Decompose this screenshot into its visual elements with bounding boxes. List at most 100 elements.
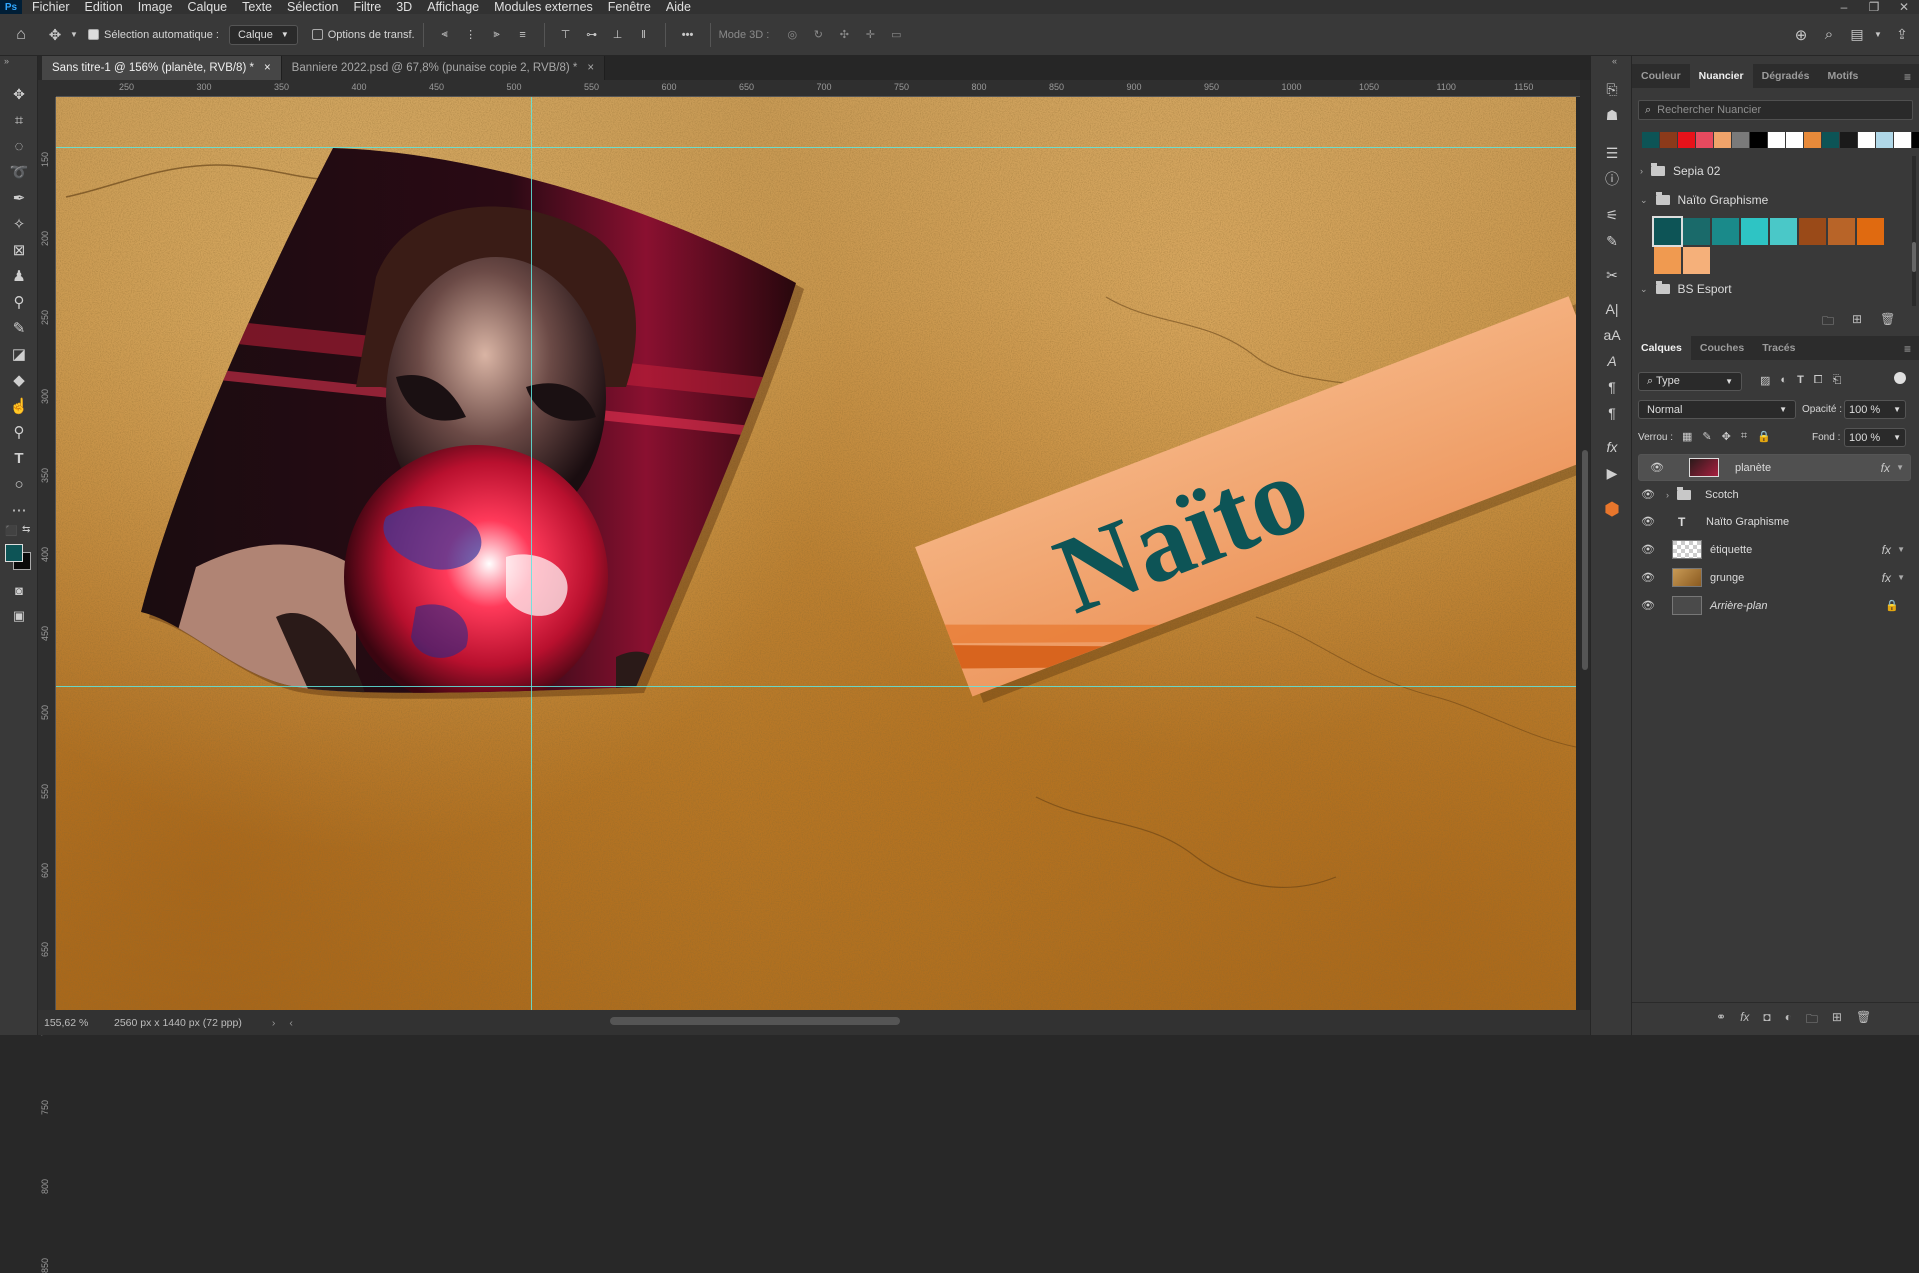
menu-texte[interactable]: Texte — [242, 0, 272, 14]
adjustment-layer-icon[interactable]: ◐ — [1785, 1010, 1792, 1031]
lasso-tool-icon[interactable]: ➰ — [6, 160, 32, 184]
crop-tool-icon[interactable]: ⌗ — [6, 108, 32, 132]
chevron-down-icon[interactable]: ▼ — [1897, 545, 1905, 554]
new-group-icon[interactable]: 🗀 — [1822, 312, 1834, 333]
add-fx-icon[interactable]: fx — [1740, 1010, 1749, 1031]
type-filter-icon[interactable]: T — [1797, 374, 1804, 387]
chevron-down-icon[interactable]: ⌄ — [1640, 284, 1648, 295]
character-styles-icon[interactable]: aA — [1600, 324, 1624, 346]
align-middle-icon[interactable]: ⊶ — [579, 28, 605, 41]
chevron-right-icon[interactable]: › — [1666, 490, 1669, 500]
swatches-scrollbar[interactable] — [1912, 156, 1916, 306]
layer-grunge[interactable]: 👁 grunge fx ▼ — [1638, 564, 1911, 591]
glyphs-icon[interactable]: A — [1600, 350, 1624, 372]
guide-vertical[interactable] — [531, 97, 532, 1010]
tab-calques[interactable]: Calques — [1632, 336, 1691, 360]
lock-position-icon[interactable]: ✥ — [1722, 430, 1731, 443]
adjustment-filter-icon[interactable]: ◐ — [1780, 374, 1787, 387]
more-tools-icon[interactable]: ⋯ — [6, 498, 32, 522]
dodge-tool-icon[interactable]: ⚲ — [6, 420, 32, 444]
swatch[interactable] — [1770, 218, 1797, 245]
more-options-button[interactable]: ••• — [674, 29, 702, 41]
ellipse-marquee-icon[interactable]: ◌ — [6, 134, 32, 158]
menu-edition[interactable]: Edition — [85, 0, 123, 14]
add-mask-icon[interactable]: ◘ — [1763, 1010, 1770, 1031]
tab-couleur[interactable]: Couleur — [1632, 64, 1690, 88]
swatch[interactable] — [1714, 132, 1731, 148]
lock-icon[interactable]: 🔒 — [1885, 599, 1899, 612]
menu-selection[interactable]: Sélection — [287, 0, 338, 14]
menu-image[interactable]: Image — [138, 0, 173, 14]
swatch[interactable] — [1732, 132, 1749, 148]
camera-3d-icon[interactable]: ▭ — [883, 28, 909, 41]
swatch[interactable] — [1857, 218, 1884, 245]
image-filter-icon[interactable]: ▨ — [1760, 374, 1770, 387]
visibility-eye-icon[interactable]: 👁 — [1638, 571, 1658, 584]
minimize-icon[interactable]: – — [1829, 0, 1859, 14]
new-group-icon[interactable]: 🗀 — [1806, 1010, 1818, 1031]
transform-options-checkbox[interactable]: Options de transf. — [311, 29, 415, 41]
swatch[interactable] — [1741, 218, 1768, 245]
swatch-group-sepia[interactable]: › Sepia 02 — [1640, 163, 1720, 178]
opacity-input[interactable]: 100 % ▼ — [1844, 400, 1906, 419]
brush-tool-icon[interactable]: ✎ — [6, 316, 32, 340]
swatch[interactable] — [1786, 132, 1803, 148]
chevron-down-icon[interactable]: ▼ — [68, 30, 80, 39]
swatch[interactable] — [1660, 132, 1677, 148]
swatch-search-input[interactable]: ⌕ Rechercher Nuancier — [1638, 100, 1913, 120]
layer-planete[interactable]: 👁 planète fx ▼ — [1638, 454, 1911, 481]
styles-fx-icon[interactable]: fx — [1600, 436, 1624, 458]
swatch[interactable] — [1750, 132, 1767, 148]
actions-icon[interactable]: ☗ — [1600, 104, 1624, 126]
layer-filter-dropdown[interactable]: ⌕ Type ▼ — [1638, 372, 1742, 391]
chevron-down-icon[interactable]: ▼ — [1871, 30, 1885, 39]
menu-fenetre[interactable]: Fenêtre — [608, 0, 651, 14]
visibility-eye-icon[interactable]: 👁 — [1638, 515, 1658, 528]
swatch[interactable] — [1799, 218, 1826, 245]
eraser-tool-icon[interactable]: ◪ — [6, 342, 32, 366]
swatch[interactable] — [1678, 132, 1695, 148]
foreground-color-swatch[interactable] — [5, 544, 23, 562]
layer-arriere-plan[interactable]: 👁 Arrière-plan 🔒 — [1638, 592, 1911, 619]
delete-icon[interactable]: 🗑 — [1880, 312, 1895, 333]
tab-sans-titre[interactable]: Sans titre-1 @ 156% (planète, RVB/8) * × — [42, 56, 282, 80]
document-canvas[interactable]: Naïto — [56, 97, 1576, 1010]
align-bottom-icon[interactable]: ⊥ — [605, 28, 631, 41]
align-right-icon[interactable]: ⫸ — [484, 28, 510, 41]
swatch[interactable] — [1712, 218, 1739, 245]
layer-effects-icon[interactable]: fx — [1882, 571, 1891, 585]
chevron-down-icon[interactable]: ⌄ — [1640, 195, 1648, 206]
swatch[interactable] — [1858, 132, 1875, 148]
collapse-panels-icon[interactable]: « — [1612, 56, 1617, 66]
swatch[interactable] — [1894, 132, 1911, 148]
panel-menu-icon[interactable]: ≡ — [1904, 70, 1911, 84]
swatch[interactable] — [1912, 132, 1919, 148]
visibility-eye-icon[interactable]: 👁 — [1638, 488, 1658, 501]
smudge-tool-icon[interactable]: ☝ — [6, 394, 32, 418]
auto-select-target-dropdown[interactable]: Calque ▼ — [228, 24, 298, 45]
swatch[interactable] — [1654, 247, 1681, 274]
tool-presets-icon[interactable]: ✂ — [1600, 264, 1624, 286]
align-top-icon[interactable]: ⊤ — [553, 28, 579, 41]
horizontal-scroll-thumb[interactable] — [610, 1017, 900, 1025]
slide-3d-icon[interactable]: ✛ — [857, 28, 883, 41]
visibility-eye-icon[interactable]: 👁 — [1647, 461, 1667, 474]
menu-aide[interactable]: Aide — [666, 0, 691, 14]
menu-affichage[interactable]: Affichage — [427, 0, 479, 14]
pan-3d-icon[interactable]: ✣ — [831, 28, 857, 41]
swatch[interactable] — [1822, 132, 1839, 148]
quick-mask-icon[interactable]: ◙ — [6, 578, 32, 602]
panel-menu-icon[interactable]: ≡ — [1904, 342, 1911, 356]
screen-mode-icon[interactable]: ▣ — [6, 604, 32, 628]
blend-mode-dropdown[interactable]: Normal ▼ — [1638, 400, 1796, 419]
restore-icon[interactable]: ❐ — [1859, 0, 1889, 14]
chevron-right-icon[interactable]: › — [272, 1017, 276, 1029]
3d-panel-icon[interactable]: ⬢ — [1600, 498, 1624, 520]
link-layers-icon[interactable]: ⚭ — [1716, 1010, 1726, 1031]
visibility-eye-icon[interactable]: 👁 — [1638, 543, 1658, 556]
vertical-scrollbar[interactable] — [1580, 80, 1590, 1010]
new-layer-icon[interactable]: ⊞ — [1832, 1010, 1842, 1031]
lock-pixels-icon[interactable]: ✎ — [1702, 430, 1711, 443]
brush-settings-icon[interactable]: ✎ — [1600, 230, 1624, 252]
expand-tools-icon[interactable]: » — [4, 56, 9, 66]
